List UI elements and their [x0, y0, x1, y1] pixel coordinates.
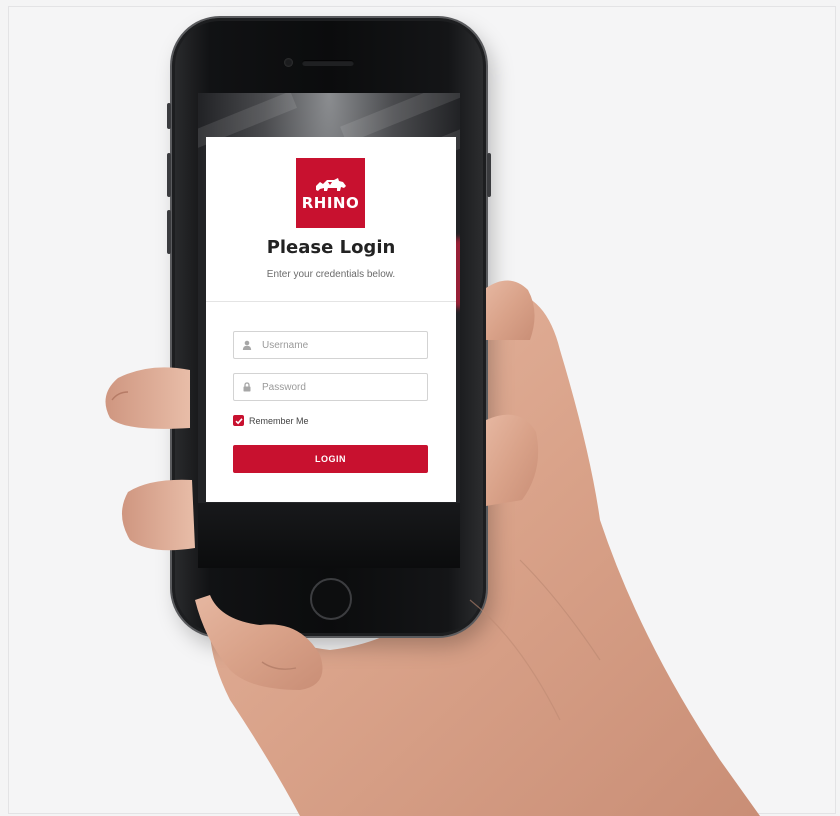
logo-text: RHINO [301, 193, 360, 212]
user-icon [241, 339, 253, 351]
username-field[interactable] [233, 331, 428, 359]
login-button[interactable]: LOGIN [233, 445, 428, 473]
divider [206, 301, 456, 302]
volume-down-button [167, 210, 171, 254]
page-title: Please Login [266, 237, 396, 258]
remember-label: Remember Me [249, 415, 309, 426]
page-subtitle: Enter your credentials below. [266, 269, 396, 280]
rhino-logo: RHINO [296, 158, 365, 228]
lock-icon [241, 381, 253, 393]
password-input[interactable] [262, 381, 412, 393]
volume-up-button [167, 153, 171, 197]
mute-switch [167, 103, 171, 129]
check-icon [234, 417, 243, 424]
power-button [487, 153, 491, 197]
remember-checkbox[interactable] [233, 415, 244, 426]
password-field[interactable] [233, 373, 428, 401]
username-input[interactable] [262, 339, 412, 351]
front-camera [284, 58, 293, 67]
login-card: RHINO Please Login Enter your credential… [206, 137, 456, 502]
phone-device: RHINO Please Login Enter your credential… [167, 18, 491, 636]
rhino-icon [315, 177, 346, 191]
remember-me[interactable]: Remember Me [233, 415, 309, 426]
earpiece-speaker [302, 60, 354, 66]
home-button [310, 578, 352, 620]
screen-bottom-area [198, 503, 460, 568]
phone-screen: RHINO Please Login Enter your credential… [198, 93, 460, 568]
